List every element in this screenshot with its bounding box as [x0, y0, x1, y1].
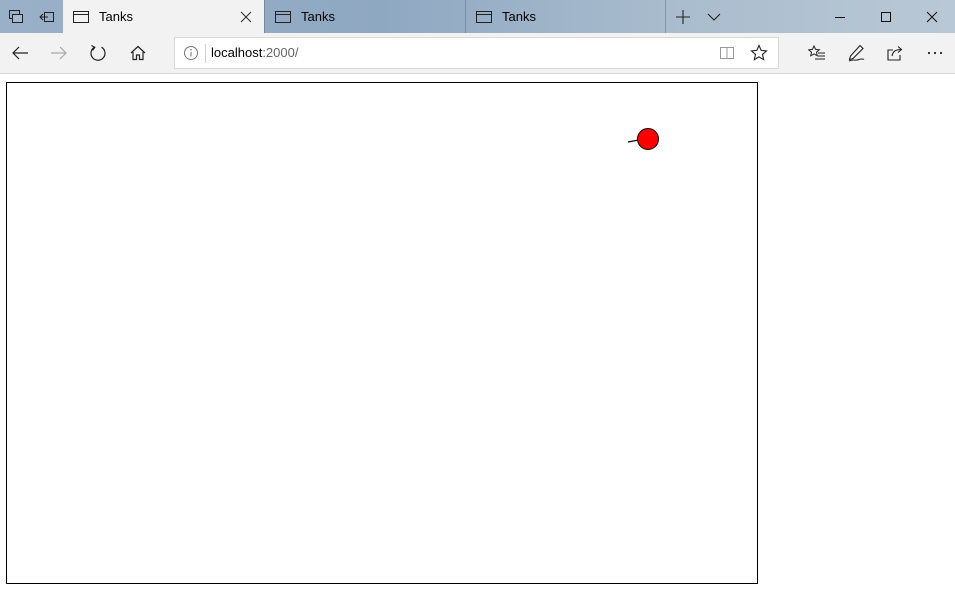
game-scene [627, 128, 659, 150]
game-canvas[interactable] [6, 82, 758, 584]
pen-icon [848, 44, 865, 62]
tab-title: Tanks [301, 9, 335, 24]
share-button[interactable] [875, 33, 915, 73]
show-aside-icon [38, 11, 54, 22]
tab-title: Tanks [99, 9, 133, 24]
page-icon [73, 10, 89, 23]
address-url[interactable]: localhost:2000/ [211, 38, 298, 68]
title-bar: Tanks Tanks Tanks [0, 0, 955, 33]
home-button[interactable] [118, 33, 158, 73]
close-icon [926, 11, 938, 22]
tabs-aside-icon [8, 9, 23, 23]
page-content [0, 74, 955, 616]
refresh-button[interactable] [78, 33, 118, 73]
info-icon[interactable] [183, 45, 199, 61]
arrow-right-icon [51, 46, 67, 60]
tab-preview-button[interactable] [698, 0, 729, 33]
reading-view-button[interactable] [711, 38, 743, 68]
refresh-icon [90, 44, 106, 61]
tab-3[interactable]: Tanks [465, 0, 666, 33]
close-window-button[interactable] [909, 0, 955, 33]
address-separator [205, 44, 206, 63]
maximize-button[interactable] [863, 0, 909, 33]
arrow-left-icon [12, 46, 28, 60]
tab-2[interactable]: Tanks [264, 0, 465, 33]
tab-1[interactable]: Tanks [63, 0, 264, 33]
tank [627, 128, 659, 150]
plus-icon [675, 9, 690, 24]
back-button[interactable] [0, 33, 40, 73]
more-button[interactable] [915, 33, 955, 73]
forward-button[interactable] [39, 33, 79, 73]
star-icon [750, 44, 768, 61]
url-host: localhost [211, 45, 263, 60]
chevron-down-icon [707, 13, 720, 21]
tank-body [637, 128, 659, 150]
tabs-aside-button[interactable] [0, 0, 31, 33]
navigation-bar: localhost:2000/ [0, 33, 955, 74]
more-icon [927, 51, 943, 55]
tab-title: Tanks [502, 9, 536, 24]
show-aside-button[interactable] [31, 0, 62, 33]
add-favorite-button[interactable] [743, 38, 775, 68]
maximize-icon [881, 11, 891, 22]
share-icon [887, 46, 903, 61]
page-icon [476, 10, 492, 23]
favorites-list-icon [808, 44, 825, 60]
notes-button[interactable] [836, 33, 876, 73]
home-icon [130, 45, 146, 61]
close-icon[interactable] [238, 9, 254, 25]
page-icon [275, 10, 291, 23]
book-icon [720, 47, 734, 59]
address-bar[interactable]: localhost:2000/ [174, 37, 779, 69]
minimize-icon [835, 16, 845, 18]
url-port-path: :2000/ [262, 45, 299, 60]
new-tab-button[interactable] [667, 0, 698, 33]
minimize-button[interactable] [817, 0, 863, 33]
favorites-button[interactable] [797, 33, 837, 73]
